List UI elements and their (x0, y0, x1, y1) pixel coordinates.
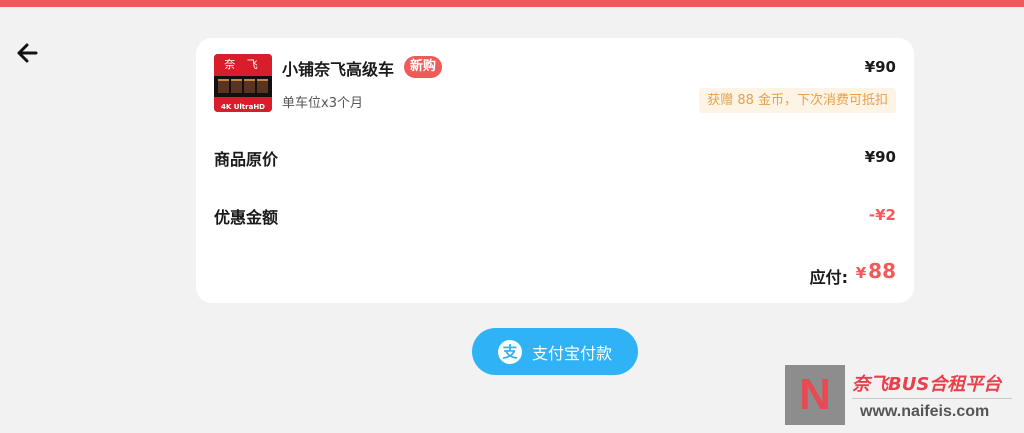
total-label: 应付: (809, 268, 848, 287)
watermark-logo: N (785, 365, 845, 425)
arrow-left-icon (17, 43, 38, 63)
watermark-brand: 奈飞BUS合租平台 (852, 374, 1002, 395)
back-button[interactable] (12, 40, 42, 66)
top-accent-bar (0, 0, 1024, 7)
original-price-value: ¥90 (864, 148, 896, 166)
alipay-icon: 支 (497, 339, 522, 364)
original-price-label: 商品原价 (214, 150, 279, 169)
total-amount: ¥88 (856, 259, 896, 283)
thumbnail-title: 奈 飞 (224, 58, 262, 71)
alipay-pay-button[interactable]: 支 支付宝付款 (472, 328, 638, 375)
order-card: 奈 飞 4K UltraHD 小铺奈飞高级车 新购 ¥90 单车位x3个月 获赠… (196, 38, 914, 303)
thumbnail-label: 4K UltraHD (220, 103, 265, 111)
product-price: ¥90 (864, 58, 896, 76)
product-thumbnail: 奈 飞 4K UltraHD (214, 54, 272, 112)
watermark-logo-letter: N (799, 370, 831, 419)
total-currency: ¥ (855, 264, 867, 282)
coin-reward-tag: 获赠 88 金币，下次消费可抵扣 (699, 88, 896, 113)
discount-value: -¥2 (868, 206, 896, 224)
product-spec: 单车位x3个月 (282, 96, 363, 111)
watermark-url: www.naifeis.com (860, 403, 990, 420)
total-number: 88 (868, 259, 896, 283)
pay-button-label: 支付宝付款 (531, 343, 612, 363)
watermark-divider (852, 398, 1012, 399)
product-name: 小铺奈飞高级车 (282, 60, 395, 79)
discount-label: 优惠金额 (214, 208, 279, 227)
new-purchase-badge: 新购 (404, 56, 443, 78)
